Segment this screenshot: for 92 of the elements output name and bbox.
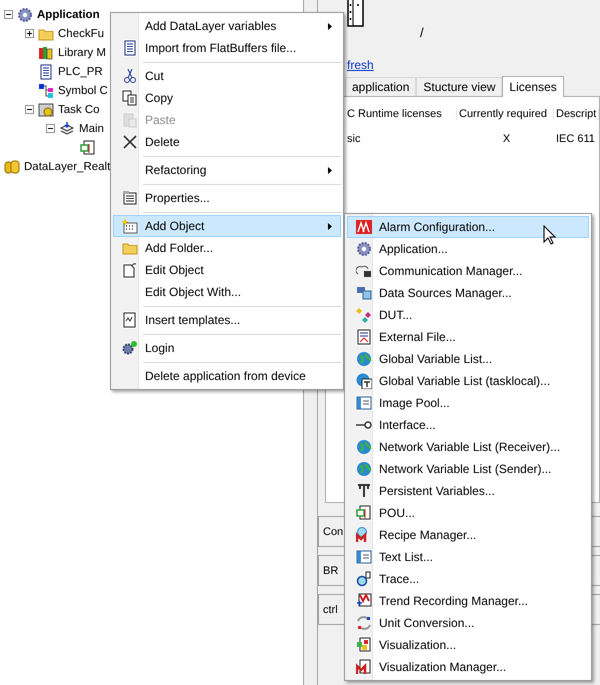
blocks-icon [356,505,372,521]
menu-item[interactable]: Data Sources Manager... [347,282,589,304]
blocks-icon [80,140,96,156]
blocks-icon [356,659,372,675]
symbols-icon [38,82,54,98]
scissors-icon [122,68,138,84]
menu-item[interactable]: Login [113,337,341,359]
menu-item[interactable]: Add Object [113,215,341,237]
tab[interactable]: application [345,77,416,96]
menu-item[interactable]: Global Variable List... [347,348,589,370]
tree-item[interactable]: PLC_PR [58,66,103,78]
menu-item[interactable]: Interface... [347,414,589,436]
menu-item[interactable]: Import from FlatBuffers file... [113,37,341,59]
mouse-pointer-icon [543,225,556,245]
column-header[interactable]: C Runtime licenses [345,108,457,120]
globe-icon [356,461,372,477]
menu-item[interactable]: Visualization... [347,634,589,656]
collapse-icon[interactable] [46,124,55,133]
diamonds-icon [356,307,372,323]
menu-item[interactable]: Edit Object With... [113,281,341,303]
page-icon [122,262,138,278]
globe-icon [356,439,372,455]
table-cell-text: X [502,132,512,144]
menu-item[interactable]: Recipe Manager... [347,524,589,546]
menu-item[interactable]: Add Folder... [113,237,341,259]
cylinder-icon [4,158,20,174]
tasks-icon [38,102,54,118]
menu-item[interactable]: DUT... [347,304,589,326]
menu-item[interactable]: Delete application from device [113,365,341,387]
arrows-icon [356,615,372,631]
menu-item[interactable]: Global Variable List (tasklocal)... [347,370,589,392]
tab[interactable]: Stucture view [416,77,502,96]
menu-item[interactable]: Properties... [113,187,341,209]
menu-item[interactable]: Communication Manager... [347,260,589,282]
device-icon [347,0,364,27]
clipboard-icon [122,112,138,128]
menu-item[interactable]: Persistent Variables... [347,480,589,502]
monitor-icon [356,285,372,301]
menu-item[interactable]: Visualization Manager... [347,656,589,678]
document-icon [38,64,54,80]
warning-icon [356,219,372,235]
tree-item[interactable]: Symbol C [58,84,108,96]
tee-icon [356,483,372,499]
chart-page-icon [122,312,138,328]
menu-item[interactable]: Delete [113,131,341,153]
collapse-icon[interactable] [4,10,13,19]
device-path: / [420,25,425,40]
grid-icon [122,218,138,234]
gears-icon [122,340,138,356]
magnifier-icon [356,571,372,587]
menu-item[interactable]: Cut [113,65,341,87]
menu-item[interactable]: Network Variable List (Sender)... [347,458,589,480]
document-icon [122,40,138,56]
cross-icon [122,134,138,150]
menu-item[interactable]: Copy [113,87,341,109]
menu-item[interactable]: Edit Object [113,259,341,281]
table-cell-text: sic [346,132,362,144]
tree-item[interactable]: CheckFu [58,28,104,40]
table-cell-text: IEC 611 [555,132,596,144]
tree-item[interactable]: DataLayer_Realt [24,160,110,172]
tree-item[interactable]: Task Co [58,104,100,116]
tab[interactable]: Licenses [502,76,564,97]
card-icon [356,549,372,565]
copy-icon [122,90,138,106]
menu-item[interactable]: Add DataLayer variables [113,15,341,37]
collapse-icon[interactable] [25,105,34,114]
card-icon [356,395,372,411]
document-icon [356,329,372,345]
tree-item[interactable]: Main [79,122,104,134]
chart-icon [356,593,372,609]
menu-item[interactable]: Alarm Configuration... [347,216,589,238]
gear-icon [356,241,372,257]
menu-item[interactable]: Insert templates... [113,309,341,331]
globe-icon [356,373,372,389]
books-icon [38,44,54,60]
blocks-icon [356,637,372,653]
list-icon [122,190,138,206]
menu-item[interactable]: Refactoring [113,159,341,181]
menu-item[interactable]: External File... [347,326,589,348]
tree-item[interactable]: Application [37,8,100,20]
column-header[interactable]: Currently required [457,108,554,120]
expand-icon[interactable] [25,29,34,38]
menu-item[interactable]: Image Pool... [347,392,589,414]
stack-icon [59,120,75,136]
gear-icon [17,6,33,22]
globe-icon [356,351,372,367]
column-header[interactable]: Descript [554,108,599,120]
tree-item[interactable]: Library M [58,46,106,58]
refresh-link[interactable]: fresh [347,58,600,72]
menu-item[interactable]: Application... [347,238,589,260]
cloud-icon [356,263,372,279]
menu-item[interactable]: Network Variable List (Receiver)... [347,436,589,458]
